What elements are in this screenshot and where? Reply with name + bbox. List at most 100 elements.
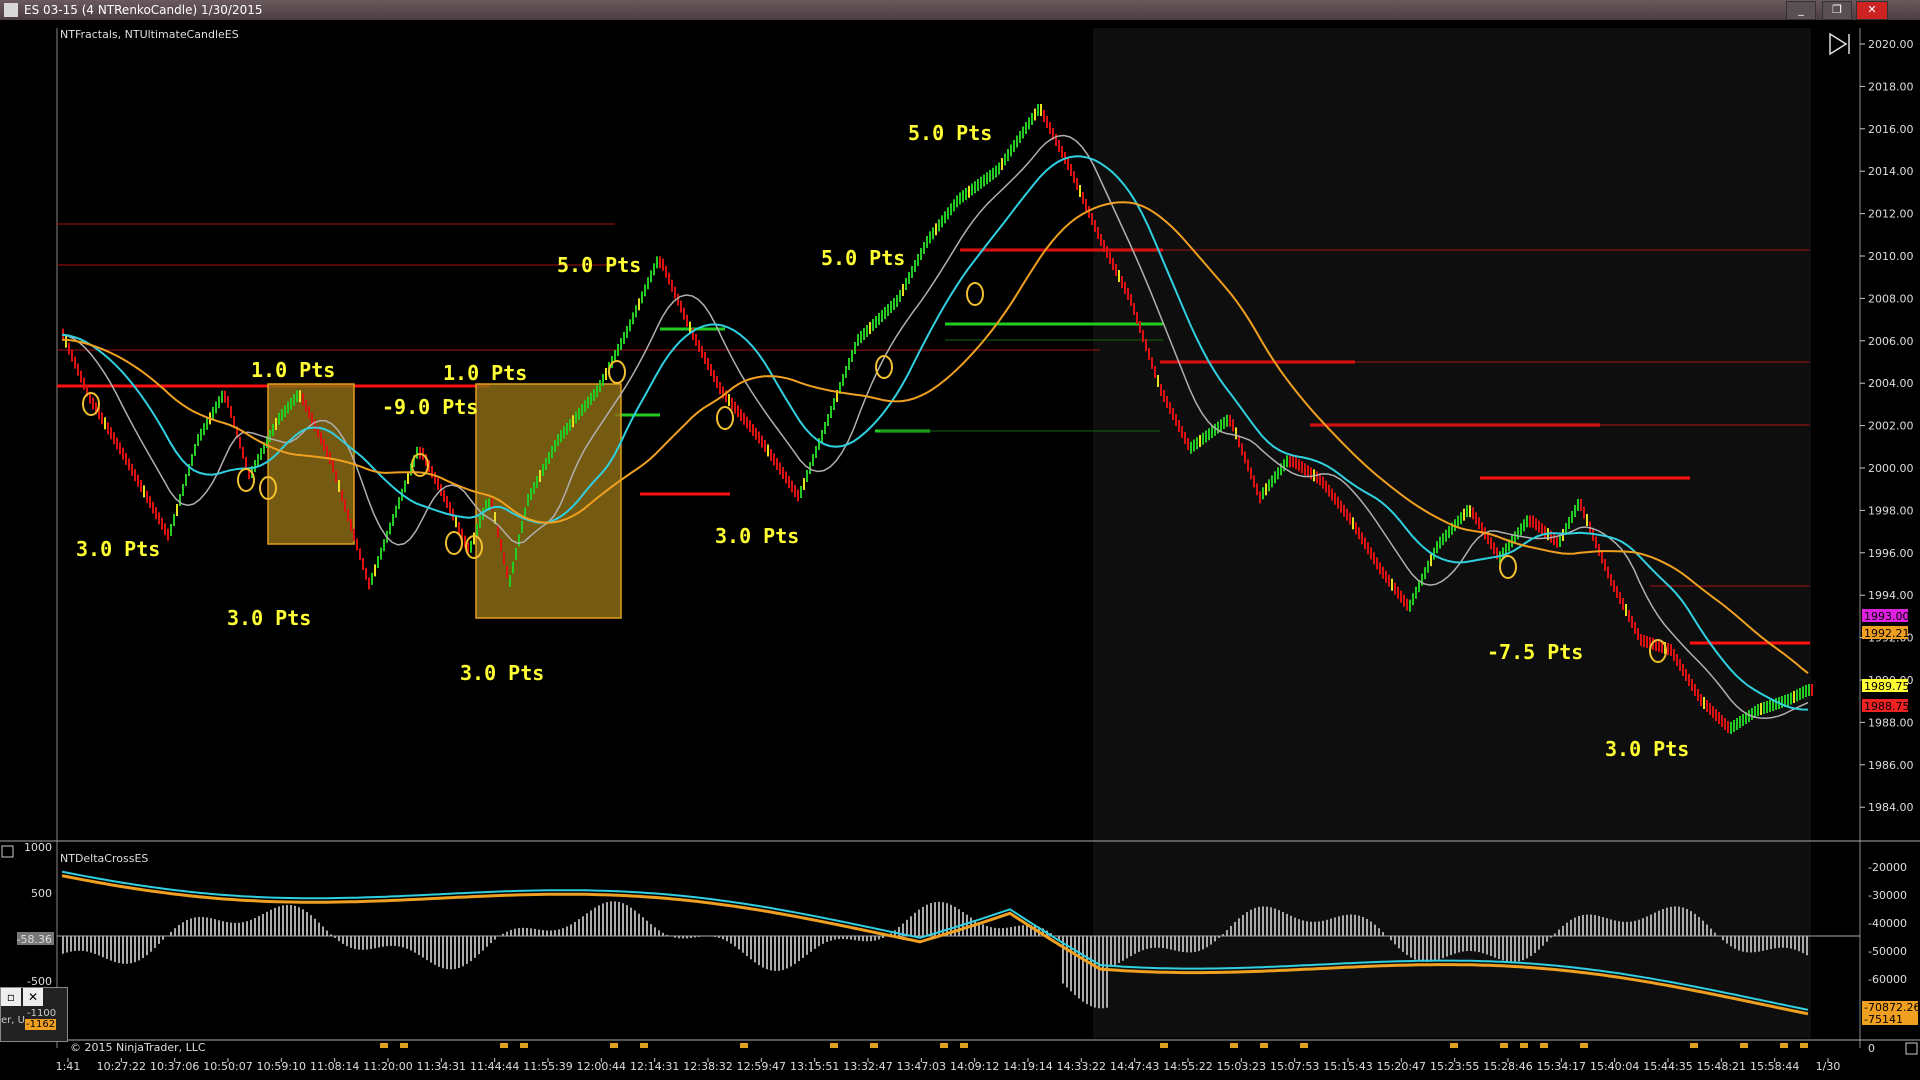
- histogram-bar: [1654, 912, 1656, 936]
- renko-candle: [1160, 384, 1162, 396]
- renko-candle: [1016, 135, 1018, 148]
- histogram-bar: [130, 936, 132, 964]
- renko-candle: [833, 398, 835, 410]
- renko-candle: [320, 432, 322, 445]
- histogram-bar: [1010, 927, 1012, 936]
- renko-candle: [1127, 288, 1129, 300]
- histogram-bar: [406, 936, 408, 949]
- histogram-bar: [334, 936, 336, 938]
- panel-menu-icon[interactable]: [1, 845, 14, 858]
- renko-candle: [632, 312, 634, 325]
- renko-candle: [293, 394, 295, 406]
- histogram-bar: [1282, 911, 1284, 936]
- renko-candle: [1460, 512, 1462, 525]
- renko-candle: [719, 382, 721, 394]
- histogram-bar: [1426, 936, 1428, 962]
- signal-circle: [966, 282, 984, 306]
- renko-candle: [1322, 476, 1324, 489]
- mini-window[interactable]: ▫ ✕ er, U -1100 -1162: [0, 987, 68, 1042]
- renko-candle: [1724, 718, 1726, 730]
- renko-candle: [968, 185, 970, 198]
- histogram-bar: [1322, 920, 1324, 936]
- histogram-bar: [774, 936, 776, 971]
- renko-candle: [1211, 426, 1213, 438]
- renko-candle: [1796, 689, 1798, 702]
- histogram-bar: [134, 936, 136, 963]
- chart-area[interactable]: 2020.00 2018.00 2016.00 2014.00 2012.00 2010.…: [0, 20, 1920, 1080]
- chart-svg[interactable]: 2020.00 2018.00 2016.00 2014.00 2012.00 2010.…: [0, 20, 1920, 1080]
- renko-candle: [1196, 437, 1198, 450]
- histogram-bar: [1714, 932, 1716, 936]
- close-button[interactable]: ✕: [1856, 1, 1888, 20]
- histogram-bar: [1446, 936, 1448, 957]
- histogram-bar: [1142, 936, 1144, 951]
- histogram-bar: [1234, 921, 1236, 936]
- jump-to-end-icon[interactable]: [1829, 32, 1850, 56]
- renko-candle: [134, 469, 136, 482]
- histogram-bar: [1110, 936, 1112, 967]
- renko-candle: [1379, 562, 1381, 575]
- renko-candle: [1697, 689, 1699, 701]
- renko-candle: [287, 401, 289, 414]
- renko-candle: [863, 328, 865, 340]
- renko-candle: [374, 564, 376, 577]
- renko-candle: [143, 485, 145, 498]
- panel-menu-icon[interactable]: [1905, 1042, 1918, 1055]
- time-marker: [1780, 1043, 1788, 1048]
- time-markers: [380, 1043, 1808, 1048]
- histogram-bar: [1786, 936, 1788, 948]
- histogram-bar: [1418, 936, 1420, 961]
- histogram-bar: [1558, 929, 1560, 936]
- histogram-bar: [90, 936, 92, 953]
- renko-candle: [644, 284, 646, 297]
- restore-button[interactable]: ❐: [1822, 1, 1852, 20]
- minimize-button[interactable]: _: [1786, 1, 1816, 20]
- renko-candle: [1394, 582, 1396, 595]
- renko-candle: [1085, 199, 1087, 211]
- renko-candle: [353, 528, 355, 541]
- histogram-bar: [702, 936, 704, 937]
- histogram-bar: [714, 936, 716, 937]
- renko-candle: [587, 396, 589, 409]
- histogram-bar: [1170, 936, 1172, 950]
- renko-candle: [1700, 694, 1702, 706]
- mini-close-icon[interactable]: ✕: [23, 988, 43, 1006]
- renko-candle: [1244, 451, 1246, 464]
- renko-candle: [344, 499, 346, 512]
- histogram-bar: [766, 936, 768, 970]
- histogram-bar: [1554, 933, 1556, 936]
- histogram-bar: [214, 919, 216, 936]
- histogram-bar: [1018, 925, 1020, 936]
- renko-candle: [1790, 692, 1792, 705]
- histogram-bar: [1758, 936, 1760, 952]
- renko-candle: [356, 538, 358, 551]
- histogram-bar: [666, 934, 668, 936]
- histogram-bar: [1250, 909, 1252, 936]
- renko-candle: [80, 370, 82, 383]
- histogram-bar: [726, 936, 728, 942]
- histogram-bar: [318, 922, 320, 936]
- mini-restore-icon[interactable]: ▫: [1, 988, 21, 1006]
- renko-candle: [1118, 270, 1120, 282]
- histogram-bar: [794, 936, 796, 964]
- renko-candle: [1709, 703, 1711, 715]
- renko-candle: [218, 396, 220, 409]
- renko-candle: [1781, 696, 1783, 708]
- renko-candle: [152, 501, 154, 514]
- pts-annotation: -9.0 Pts: [382, 395, 478, 419]
- renko-candle: [1265, 483, 1267, 496]
- histogram-bar: [1390, 936, 1392, 941]
- histogram-bar: [534, 928, 536, 936]
- renko-candle: [1610, 574, 1612, 586]
- renko-candle: [590, 392, 592, 405]
- histogram-bar: [122, 936, 124, 964]
- histogram-bar: [118, 936, 120, 964]
- renko-candle: [305, 399, 307, 412]
- renko-candle: [1361, 532, 1363, 545]
- histogram-bar: [1590, 914, 1592, 936]
- renko-candle: [116, 437, 118, 450]
- renko-candle: [701, 346, 703, 358]
- renko-candle: [527, 494, 529, 506]
- time-marker: [1740, 1043, 1748, 1048]
- renko-candle: [1079, 185, 1081, 197]
